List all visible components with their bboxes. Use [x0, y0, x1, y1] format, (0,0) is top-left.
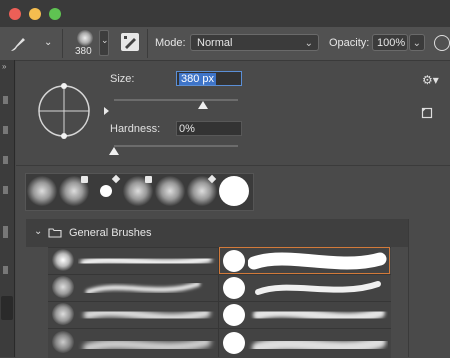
scrollbar-track[interactable]	[408, 219, 409, 357]
brush-thumb-hard-round-variant[interactable]	[223, 332, 245, 354]
tool-options-bar: ⌄ 380 ⌄ Mode: Normal ⌄ Opacity: 100% ⌄	[0, 27, 450, 61]
recent-brush-preset[interactable]	[219, 176, 249, 206]
new-preset-icon[interactable]	[421, 107, 433, 119]
opacity-value: 100%	[377, 37, 406, 49]
blend-mode-select[interactable]: Normal ⌄	[190, 34, 319, 51]
window-titlebar	[0, 0, 450, 28]
recent-brush-preset[interactable]	[59, 176, 89, 206]
pressure-badge-icon	[145, 176, 152, 183]
hardness-value: 0%	[179, 123, 195, 135]
toolbar-divider	[62, 29, 63, 58]
brush-thumb-soft-round-variant[interactable]	[52, 331, 74, 353]
hard-round-small-thumb	[100, 185, 112, 197]
brush-stroke-soft-round-variant[interactable]	[78, 330, 216, 357]
pressure-opacity-icon[interactable]	[434, 35, 450, 51]
toolbar-divider	[147, 29, 148, 58]
brush-picker-toggle[interactable]: ⌄	[99, 30, 109, 56]
tool-icon[interactable]	[3, 266, 8, 274]
recent-brush-preset[interactable]	[123, 176, 153, 206]
hardness-label: Hardness:	[110, 123, 161, 135]
brush-thumb-soft-round[interactable]	[52, 249, 74, 271]
brush-group-name: General Brushes	[69, 227, 152, 239]
brush-stroke-hard-round-pressure-size[interactable]	[248, 303, 388, 327]
tool-preset-chevron-icon[interactable]: ⌄	[44, 37, 52, 48]
size-label: Size:	[110, 73, 135, 85]
folder-icon	[48, 228, 62, 238]
minimize-window-button[interactable]	[29, 8, 41, 20]
tool-icon[interactable]	[3, 186, 8, 194]
tools-panel: »	[0, 60, 15, 357]
opacity-input[interactable]: 100%	[372, 34, 408, 51]
brush-thumb-hard-round-pressure-opacity[interactable]	[223, 277, 245, 299]
recent-brush-preset[interactable]	[187, 174, 217, 206]
brush-tool-icon[interactable]	[6, 33, 28, 55]
tool-icon[interactable]	[3, 226, 8, 238]
section-divider	[16, 165, 450, 166]
brush-size-readout: 380	[75, 46, 92, 57]
brush-stroke-hard-round[interactable]	[248, 249, 388, 273]
size-slider-track[interactable]	[114, 99, 238, 101]
brush-preview-icon[interactable]	[77, 30, 93, 46]
brush-stroke-hard-round-variant[interactable]	[248, 330, 388, 357]
brush-stroke-soft-round-pressure-size[interactable]	[78, 303, 216, 327]
mode-label: Mode:	[155, 37, 186, 49]
disclosure-chevron-icon[interactable]: ⌄	[34, 226, 42, 237]
opacity-label: Opacity:	[329, 37, 370, 49]
recent-brush-preset[interactable]	[27, 176, 57, 206]
chevron-down-icon: ⌄	[412, 38, 421, 49]
tool-icon[interactable]	[3, 156, 8, 164]
recent-brush-preset[interactable]	[155, 176, 185, 206]
tool-icon[interactable]	[3, 126, 8, 134]
size-value: 380 px	[179, 73, 217, 85]
settings-gear-icon[interactable]: ⚙▾	[422, 73, 439, 87]
brush-thumb-soft-round-pressure-opacity[interactable]	[52, 276, 74, 298]
brush-thumb-hard-round-pressure-size[interactable]	[223, 304, 245, 326]
close-window-button[interactable]	[9, 8, 21, 20]
size-input[interactable]: 380 px	[176, 71, 242, 86]
hardness-slider-handle[interactable]	[109, 147, 119, 155]
brush-angle-roundness-widget[interactable]	[34, 81, 114, 161]
brush-stroke-hard-round-pressure-opacity[interactable]	[248, 276, 388, 300]
active-tool-icon[interactable]	[1, 296, 13, 320]
brush-thumb-soft-round-pressure-size[interactable]	[52, 303, 74, 325]
tool-icon[interactable]	[3, 96, 8, 104]
brush-thumb-hard-round[interactable]	[223, 250, 245, 272]
blend-mode-value: Normal	[197, 37, 233, 49]
recent-brush-preset[interactable]	[91, 174, 121, 206]
hardness-input[interactable]: 0%	[176, 121, 242, 136]
brush-group-header[interactable]: ⌄ General Brushes	[26, 219, 408, 247]
hardness-slider-track[interactable]	[114, 145, 238, 147]
chevron-down-icon: ⌄	[101, 35, 109, 45]
opacity-dropdown-button[interactable]: ⌄	[409, 34, 425, 51]
chevron-down-icon: ⌄	[304, 38, 313, 49]
brush-settings-panel-button[interactable]	[121, 33, 139, 51]
size-slider-handle[interactable]	[198, 101, 209, 109]
brush-stroke-soft-round-pressure-opacity[interactable]	[78, 276, 216, 300]
brush-stroke-soft-round[interactable]	[78, 249, 216, 273]
brush-settings-icon	[124, 36, 136, 49]
expand-panel-icon[interactable]: »	[2, 62, 6, 71]
pressure-badge-icon	[81, 176, 88, 183]
maximize-window-button[interactable]	[49, 8, 61, 20]
